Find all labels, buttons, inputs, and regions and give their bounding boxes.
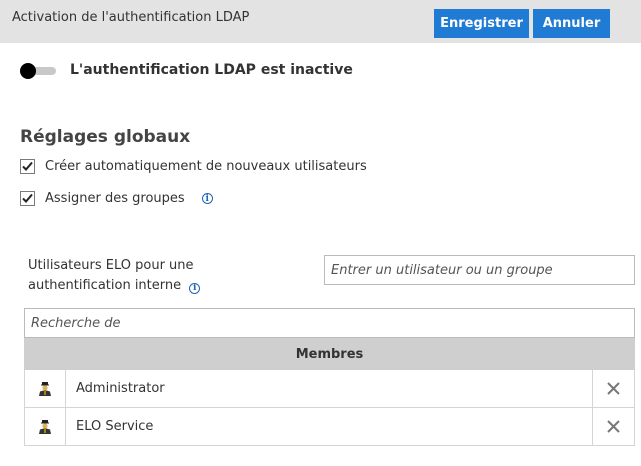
info-icon[interactable]: i bbox=[201, 193, 213, 204]
checkmark-icon bbox=[22, 193, 33, 203]
page-title: Activation de l'authentification LDAP bbox=[12, 10, 250, 25]
section-title: Réglages globaux bbox=[20, 127, 191, 147]
delete-member-button[interactable] bbox=[592, 408, 634, 445]
internal-auth-label-text: Utilisateurs ELO pour une authentificati… bbox=[28, 258, 194, 293]
checkmark-icon bbox=[22, 161, 33, 171]
user-icon bbox=[39, 419, 51, 434]
checkbox-assign-groups[interactable] bbox=[20, 191, 35, 206]
top-bar: Activation de l'authentification LDAP En… bbox=[0, 0, 641, 43]
user-icon-cell bbox=[25, 408, 66, 445]
member-name: Administrator bbox=[76, 381, 165, 396]
table-row[interactable]: ELO Service bbox=[24, 408, 635, 446]
toggle-knob bbox=[20, 63, 36, 79]
cancel-button[interactable]: Annuler bbox=[533, 9, 610, 38]
table-row[interactable]: Administrator bbox=[24, 370, 635, 408]
checkbox-auto-create[interactable] bbox=[20, 159, 35, 174]
user-icon bbox=[39, 381, 51, 396]
option-assign-groups[interactable]: Assigner des groupes i bbox=[20, 191, 213, 206]
ldap-toggle[interactable] bbox=[20, 63, 56, 79]
option-label: Créer automatiquement de nouveaux utilis… bbox=[45, 159, 367, 174]
members-search-input[interactable] bbox=[24, 308, 635, 338]
user-group-input[interactable] bbox=[324, 255, 635, 285]
toggle-label: L'authentification LDAP est inactive bbox=[70, 62, 353, 78]
user-icon-cell bbox=[25, 370, 66, 407]
members-column-header: Membres bbox=[295, 346, 364, 362]
member-name: ELO Service bbox=[76, 419, 154, 434]
option-auto-create[interactable]: Créer automatiquement de nouveaux utilis… bbox=[20, 159, 367, 174]
close-icon bbox=[607, 420, 620, 433]
close-icon bbox=[607, 382, 620, 395]
members-table-header: Membres bbox=[24, 338, 635, 370]
option-label: Assigner des groupes bbox=[45, 191, 185, 206]
save-button[interactable]: Enregistrer bbox=[434, 9, 529, 38]
internal-auth-label: Utilisateurs ELO pour une authentificati… bbox=[28, 256, 298, 296]
delete-member-button[interactable] bbox=[592, 370, 634, 407]
info-icon[interactable]: i bbox=[189, 282, 201, 294]
